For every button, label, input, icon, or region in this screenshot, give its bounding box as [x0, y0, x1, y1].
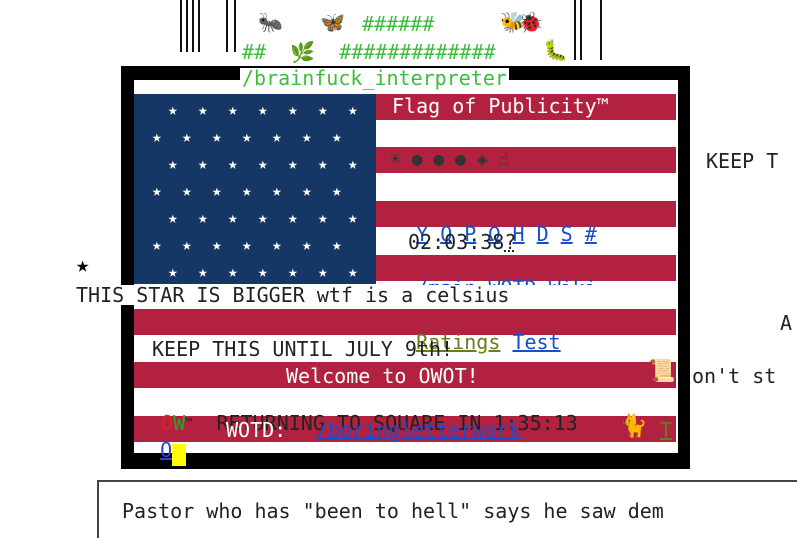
flag-canton: ★ ★ ★ ★ ★ ★ ★ ★ ★ ★ ★ ★ ★ ★ ★ ★ ★ ★ ★ ★ ★ ★ ★ ★ ★ ★ ★ ★ ★ ★ ★ ★ ★ ★ ★ ★ ★ ★ ★ ★…	[134, 94, 376, 284]
flag-star: ★	[152, 127, 162, 146]
star-bigger-text: THIS STAR IS BIGGER wtf is a celsius	[76, 285, 630, 305]
art-line	[180, 0, 182, 52]
a-right: A	[780, 311, 793, 335]
flag-star: ★	[288, 154, 298, 173]
art-line	[580, 0, 582, 60]
art-line	[192, 0, 194, 52]
flag-star: ★	[152, 235, 162, 254]
butterfly-emoji: 🦋	[320, 10, 345, 34]
flag-star: ★	[198, 154, 208, 173]
flag-star: ★	[348, 208, 358, 227]
flag-star: ★	[332, 127, 342, 146]
dont-right: on't st	[692, 364, 777, 388]
flag-star: ★	[318, 208, 328, 227]
flag-star: ★	[332, 235, 342, 254]
flag-star: ★	[182, 235, 192, 254]
flag-star: ★	[258, 208, 268, 227]
flag-star: ★	[198, 208, 208, 227]
link-hash[interactable]: #	[585, 222, 597, 246]
clock: 02:03:38?	[408, 232, 516, 252]
ascii-hash-line-2: ## 🌿 #############	[242, 40, 496, 64]
flag-star: ★	[348, 154, 358, 173]
flag-star: ★	[168, 100, 178, 119]
flag-star: ★	[332, 181, 342, 200]
wotd-tail[interactable]: T	[660, 420, 672, 440]
flag-star: ★	[288, 208, 298, 227]
flag-star: ★	[272, 127, 282, 146]
flag-star: ★	[318, 100, 328, 119]
flag-star: ★	[198, 262, 208, 281]
test-link[interactable]: Test	[512, 330, 560, 354]
flag-title: Flag of Publicity™	[392, 94, 609, 118]
flag-star: ★	[228, 154, 238, 173]
link-d[interactable]: D	[537, 222, 549, 246]
flag-star: ★	[272, 181, 282, 200]
flag-star: ★	[168, 208, 178, 227]
owot-tm: ™	[185, 416, 193, 430]
flag-star: ★	[348, 100, 358, 119]
flag-star: ★	[272, 235, 282, 254]
flag-star: ★	[242, 181, 252, 200]
art-line	[186, 0, 188, 52]
wotd-row: O	[136, 420, 187, 466]
wotd-label: WOTD:	[226, 418, 287, 442]
cat-emoji: 🐈	[620, 414, 648, 439]
flag-star: ★	[198, 100, 208, 119]
flag-star: ★	[212, 235, 222, 254]
ascii-hash-line: ######	[362, 12, 435, 36]
flag-star: ★	[348, 262, 358, 281]
flag-star: ★	[228, 262, 238, 281]
art-line	[198, 0, 200, 52]
flag-star: ★	[212, 127, 222, 146]
ladybug-emoji: 🐞	[518, 10, 543, 34]
clock-time: 02:03:38	[408, 230, 505, 254]
flag-star: ★	[258, 154, 268, 173]
flag-star: ★	[152, 181, 162, 200]
path-title: /brainfuck_interpreter	[240, 66, 509, 90]
yellow-block	[172, 444, 187, 466]
flag-star: ★	[318, 154, 328, 173]
flag-star: ★	[258, 262, 268, 281]
flag-star: ★	[228, 208, 238, 227]
welcome-text: Welcome to OWOT!	[286, 364, 479, 388]
flag-star: ★	[288, 100, 298, 119]
news-headline[interactable]: Pastor who has "been to hell" says he sa…	[122, 501, 664, 521]
flag-star: ★	[242, 235, 252, 254]
big-star: ★	[76, 253, 90, 278]
art-line	[574, 0, 576, 60]
flag-star: ★	[182, 181, 192, 200]
flag-star: ★	[318, 262, 328, 281]
keep-line: KEEP THIS UNTIL JULY 9th!	[152, 337, 454, 361]
art-line	[226, 0, 228, 52]
ant-emoji: 🐜	[258, 10, 283, 34]
flag-star: ★	[168, 262, 178, 281]
art-line	[600, 0, 602, 60]
flag-star: ★	[228, 100, 238, 119]
flag-star: ★	[242, 127, 252, 146]
status-icons[interactable]: ☀ ● ● ● ◈ ☝	[390, 150, 509, 170]
clock-suffix: ?	[504, 230, 517, 254]
link-s[interactable]: S	[561, 222, 573, 246]
flag-star: ★	[258, 100, 268, 119]
flag-star: ★	[182, 127, 192, 146]
flag-star: ★	[212, 181, 222, 200]
flag-star: ★	[168, 154, 178, 173]
flag-star: ★	[302, 181, 312, 200]
flag-star: ★	[288, 262, 298, 281]
caterpillar-emoji: 🐛	[543, 38, 568, 62]
flag-star: ★	[302, 127, 312, 146]
scroll-emoji: 📜	[648, 359, 676, 384]
wotd-o[interactable]: O	[160, 438, 172, 462]
art-line	[234, 0, 236, 52]
flag-star: ★	[302, 235, 312, 254]
wotd-word-link[interactable]: /boringletterwork	[316, 420, 521, 440]
keep-right: KEEP T	[706, 149, 779, 173]
